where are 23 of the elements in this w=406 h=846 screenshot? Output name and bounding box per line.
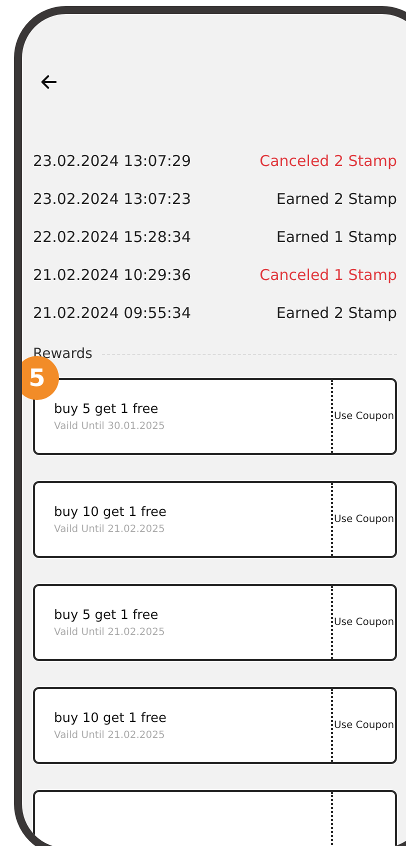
history-time: 22.02.2024 15:28:34 xyxy=(33,228,192,246)
history-action: Canceled 2 Stamp xyxy=(260,152,397,170)
coupon-validity: Vaild Until 21.02.2025 xyxy=(54,730,166,740)
coupon-title: buy 10 get 1 free xyxy=(54,710,168,726)
coupon-title: buy 5 get 1 free xyxy=(54,608,160,622)
history-action: Earned 1 Stamp xyxy=(276,228,397,246)
history-action: Earned 2 Stamp xyxy=(276,304,397,322)
history-time: 23.02.2024 13:07:23 xyxy=(33,190,192,208)
history-time: 21.02.2024 09:55:34 xyxy=(33,304,192,322)
back-arrow-icon[interactable] xyxy=(39,72,59,92)
coupon-title: buy 5 get 1 free xyxy=(54,402,160,416)
coupon-validity: Vaild Until 30.01.2025 xyxy=(54,420,166,432)
history-time: 23.02.2024 13:07:29 xyxy=(33,152,192,170)
coupon-validity: Vaild Until 21.02.2025 xyxy=(54,524,166,534)
coupon-title: buy 10 get 1 free xyxy=(54,504,168,520)
history-time: 21.02.2024 10:29:36 xyxy=(33,266,192,284)
coupon-validity: Vaild Until 21.02.2025 xyxy=(54,626,166,638)
use-coupon-button[interactable]: Use Coupon xyxy=(333,483,395,556)
history-action: Earned 2 Stamp xyxy=(276,190,397,208)
use-coupon-button[interactable]: Use Coupon xyxy=(333,380,395,453)
use-coupon-button[interactable]: Use Coupon xyxy=(333,689,395,762)
history-action: Canceled 1 Stamp xyxy=(260,266,397,284)
use-coupon-button[interactable]: Use Coupon xyxy=(333,586,395,659)
